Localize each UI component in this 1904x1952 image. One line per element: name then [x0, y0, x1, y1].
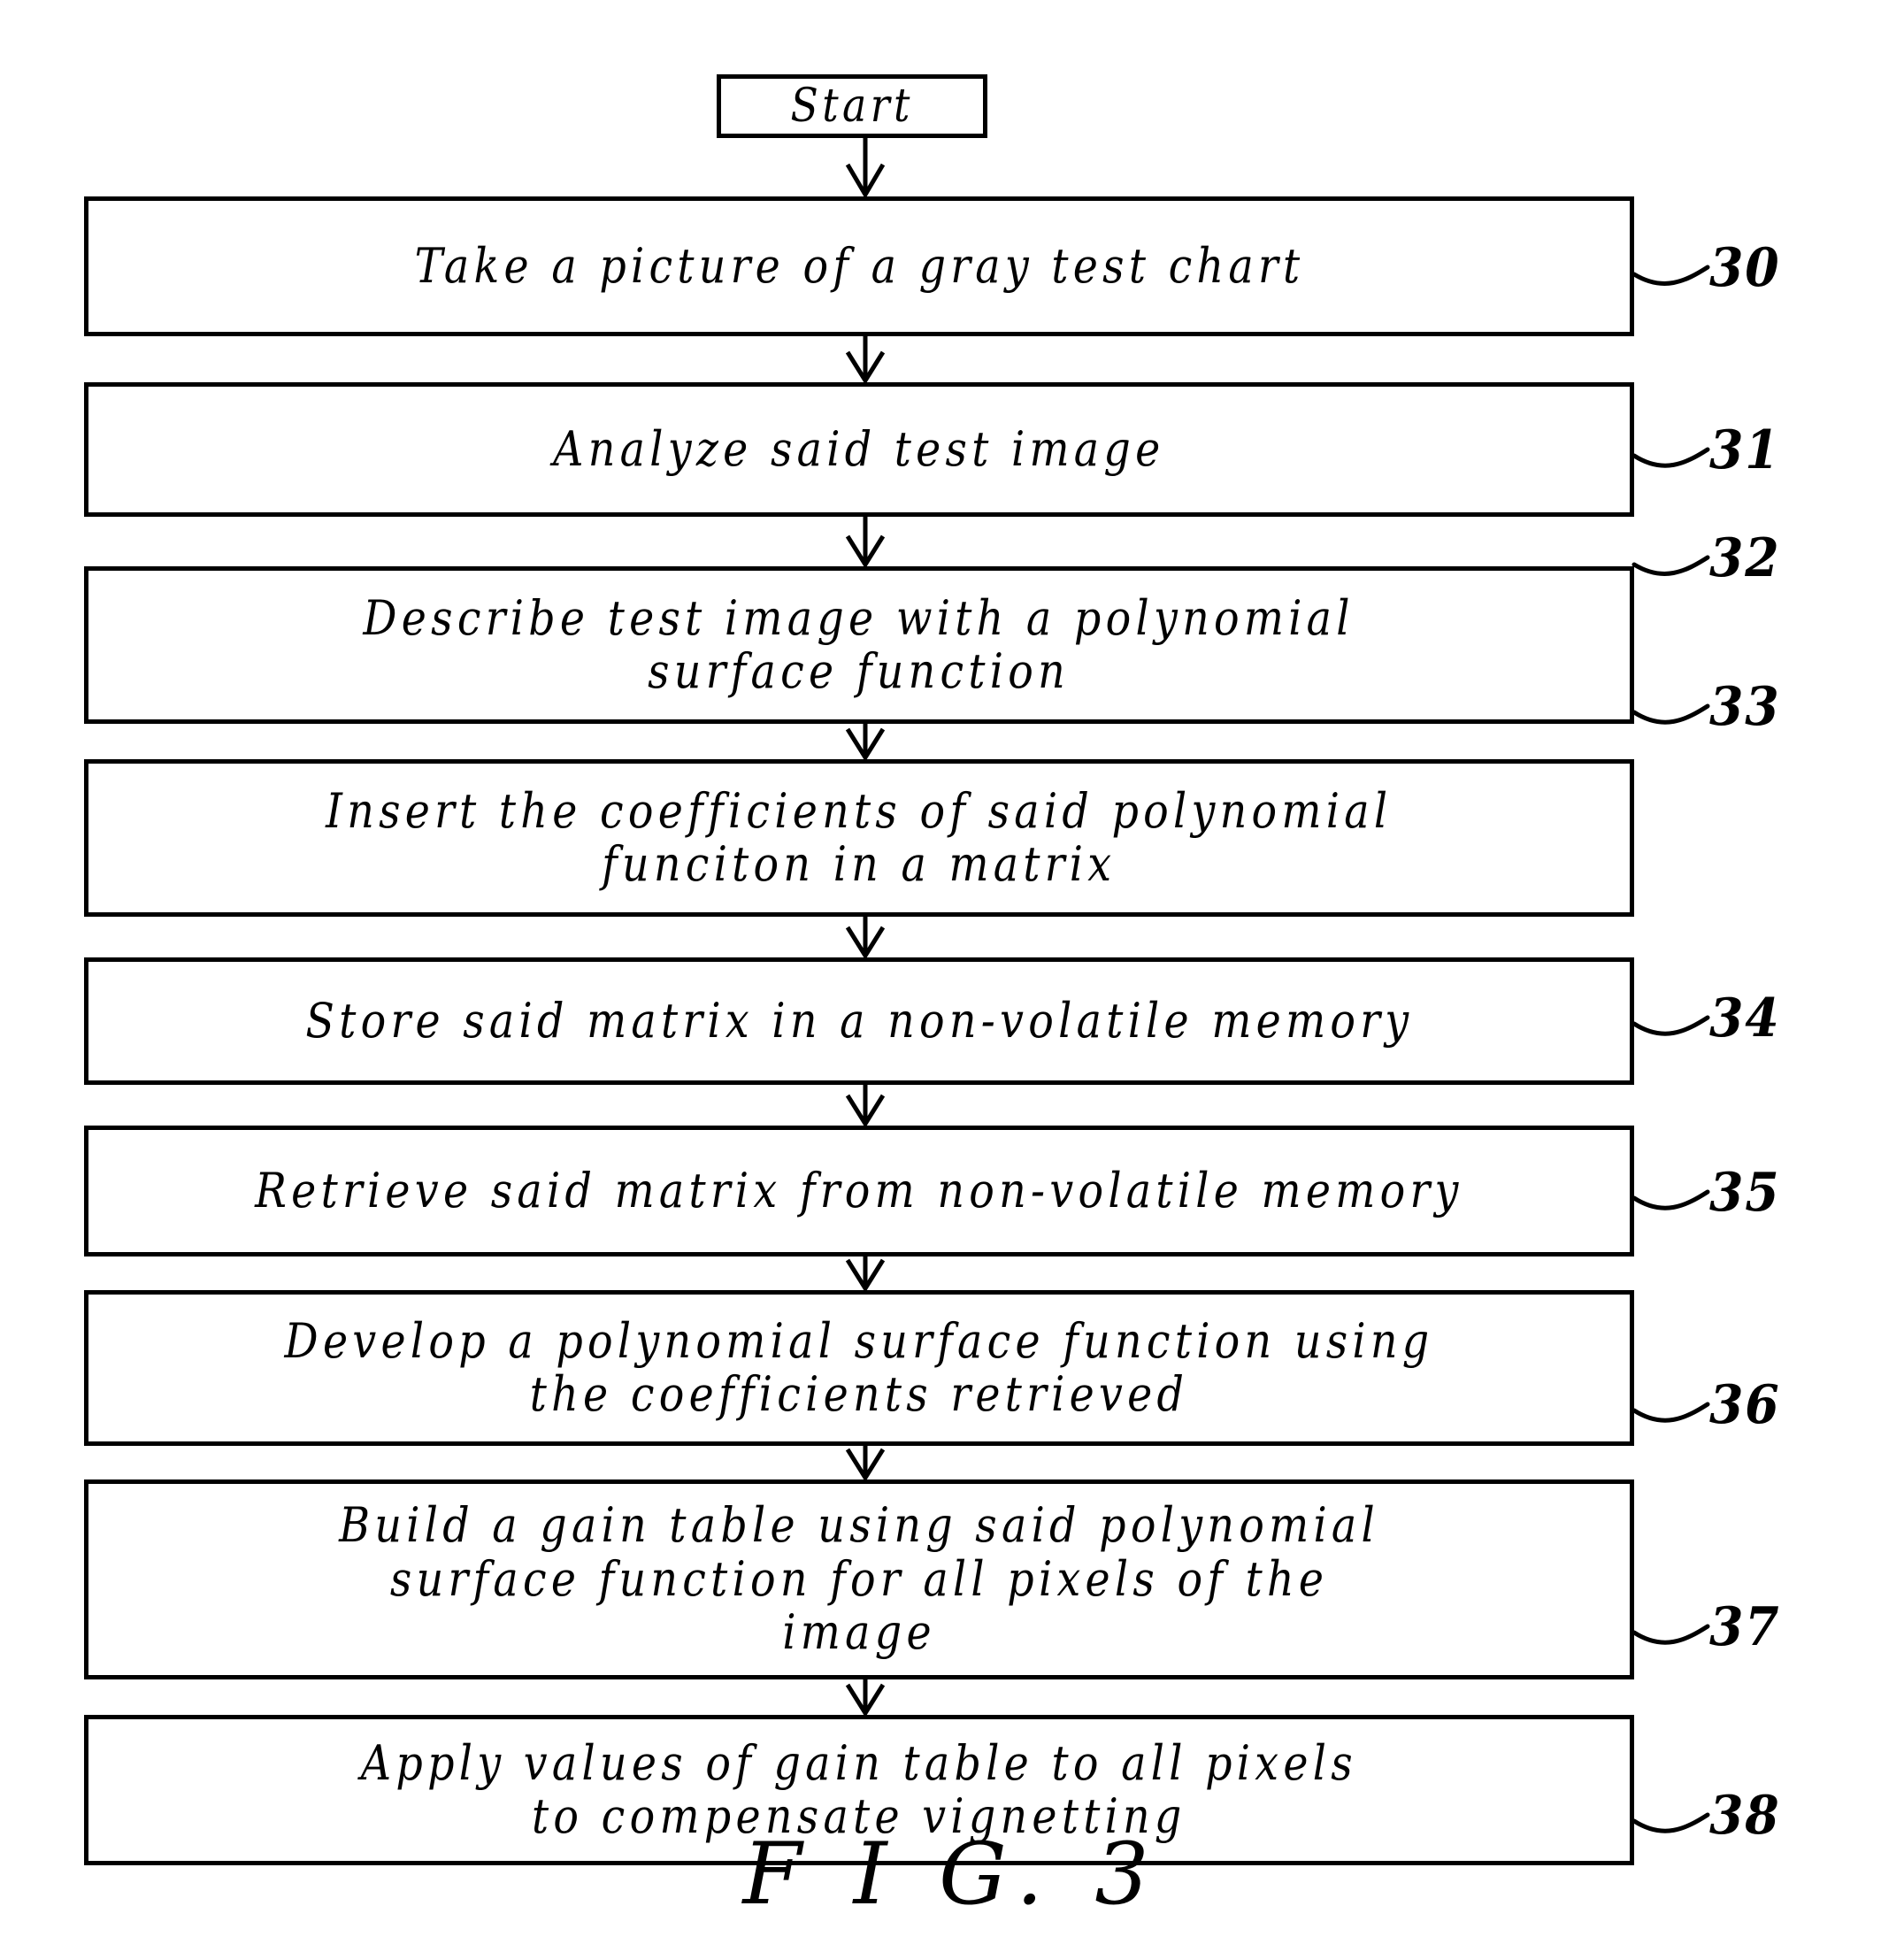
reference-numeral-31: 31	[1709, 419, 1781, 481]
figure-caption: F I G. 3	[742, 1825, 1162, 1924]
flow-node-31: Analyze said test image	[84, 382, 1634, 517]
reference-numeral-37: 37	[1709, 1596, 1781, 1658]
flow-node-36-label: Develop a polynomial surface function us…	[284, 1312, 1434, 1422]
reference-numeral-32: 32	[1709, 527, 1781, 589]
arrowhead-34-35	[845, 1094, 886, 1128]
arrowhead-35-36	[845, 1258, 886, 1293]
arrowhead-33-34	[845, 926, 886, 960]
flow-node-33: Insert the coefficients of said polynomi…	[84, 759, 1634, 917]
leader-line-30	[1631, 265, 1710, 286]
arrowhead-30-31	[845, 350, 886, 385]
patent-figure: Start Take a picture of a gray test char…	[0, 0, 1904, 1952]
leader-line-37	[1631, 1624, 1710, 1645]
flow-node-37: Build a gain table using said polynomial…	[84, 1479, 1634, 1679]
flow-node-30: Take a picture of a gray test chart	[84, 196, 1634, 336]
reference-numeral-30: 30	[1709, 237, 1781, 299]
flow-node-37-label: Build a gain table using said polynomial…	[339, 1497, 1379, 1661]
leader-line-34	[1631, 1015, 1710, 1036]
flow-node-31-label: Analyze said test image	[553, 420, 1165, 477]
flow-node-start-label: Start	[790, 79, 914, 133]
leader-line-36	[1631, 1402, 1710, 1423]
flow-node-30-label: Take a picture of a gray test chart	[414, 237, 1304, 294]
flow-node-34: Store said matrix in a non-volatile memo…	[84, 957, 1634, 1085]
flow-node-start: Start	[717, 74, 987, 138]
arrowhead-37-38	[845, 1683, 886, 1718]
flow-node-34-label: Store said matrix in a non-volatile memo…	[304, 992, 1414, 1049]
arrowhead-36-37	[845, 1448, 886, 1482]
flow-node-32-label: Describe test image with a polynomial su…	[363, 589, 1355, 699]
arrowhead-start-30	[845, 163, 886, 199]
reference-numeral-36: 36	[1709, 1374, 1781, 1436]
leader-line-32	[1631, 555, 1710, 576]
arrowhead-32-33	[845, 727, 886, 762]
flow-node-35: Retrieve said matrix from non-volatile m…	[84, 1126, 1634, 1257]
flow-node-35-label: Retrieve said matrix from non-volatile m…	[255, 1162, 1463, 1218]
flow-node-32: Describe test image with a polynomial su…	[84, 566, 1634, 724]
arrowhead-31-32	[845, 534, 886, 569]
leader-line-31	[1631, 447, 1710, 468]
flow-node-36: Develop a polynomial surface function us…	[84, 1290, 1634, 1446]
leader-line-33	[1631, 703, 1710, 725]
reference-numeral-33: 33	[1709, 676, 1781, 738]
reference-numeral-34: 34	[1709, 988, 1781, 1049]
leader-line-35	[1631, 1189, 1710, 1210]
flow-node-33-label: Insert the coefficients of said polynomi…	[326, 782, 1393, 892]
reference-numeral-35: 35	[1709, 1162, 1781, 1224]
